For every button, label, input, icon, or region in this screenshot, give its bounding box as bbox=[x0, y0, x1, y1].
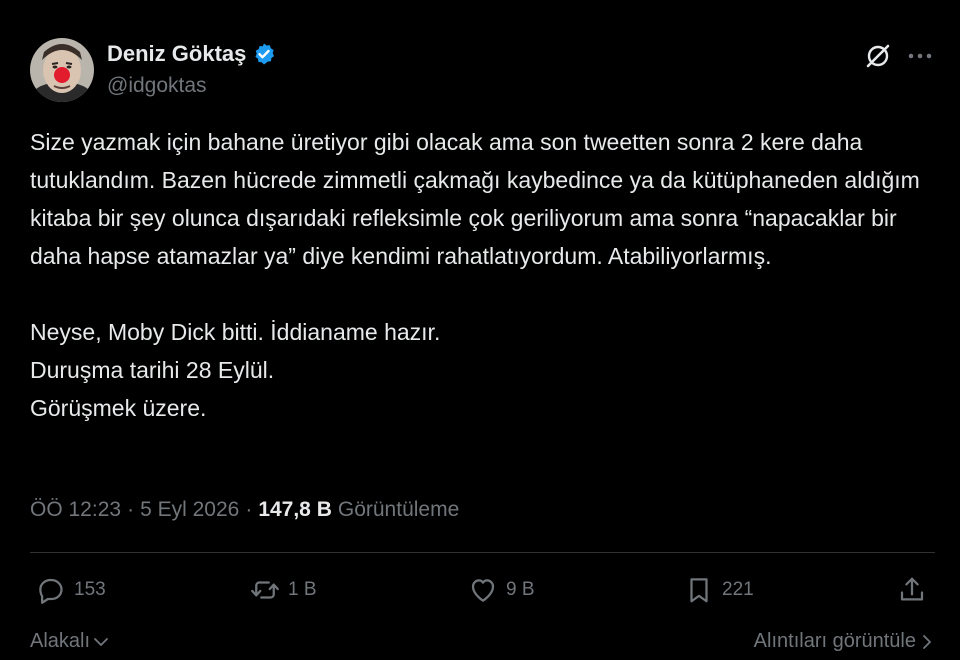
sort-replies-dropdown[interactable]: Alakalı bbox=[30, 630, 110, 653]
tweet-line: Görüşmek üzere. bbox=[30, 395, 207, 421]
share-icon bbox=[900, 577, 924, 601]
heart-icon bbox=[471, 579, 495, 602]
bookmark-button[interactable]: 221 bbox=[684, 575, 754, 605]
tweet-meta: ÖÖ 12:23 · 5 Eyl 2026 · 147,8 B Görüntül… bbox=[30, 498, 459, 522]
share-button[interactable] bbox=[897, 575, 927, 605]
tweet-time[interactable]: ÖÖ 12:23 bbox=[30, 498, 121, 522]
verified-badge-icon[interactable] bbox=[252, 42, 276, 66]
grok-icon[interactable] bbox=[864, 42, 892, 70]
retweet-count: 1 B bbox=[288, 579, 317, 600]
reply-count: 153 bbox=[74, 579, 106, 600]
reply-icon bbox=[39, 578, 63, 604]
chevron-right-icon bbox=[923, 634, 931, 649]
sort-label: Alakalı bbox=[30, 630, 91, 652]
views-count: 147,8 B bbox=[258, 498, 332, 521]
reply-button[interactable]: 153 bbox=[36, 575, 106, 605]
bookmark-icon bbox=[690, 578, 708, 603]
separator: · bbox=[127, 498, 135, 521]
tweet-text: Size yazmak için bahane üretiyor gibi ol… bbox=[30, 123, 935, 427]
separator: · bbox=[245, 498, 253, 521]
chevron-down-icon bbox=[94, 637, 108, 646]
views-label: Görüntüleme bbox=[337, 498, 460, 521]
tweet-paragraph: Size yazmak için bahane üretiyor gibi ol… bbox=[30, 129, 920, 269]
like-count: 9 B bbox=[506, 579, 535, 600]
avatar[interactable] bbox=[30, 38, 94, 102]
more-options-icon[interactable] bbox=[906, 42, 934, 70]
view-quotes-label: Alıntıları görüntüle bbox=[753, 630, 916, 652]
tweet-date[interactable]: 5 Eyl 2026 bbox=[140, 498, 239, 522]
view-quotes-link[interactable]: Alıntıları görüntüle bbox=[754, 630, 934, 653]
bookmark-count: 221 bbox=[722, 579, 754, 600]
divider bbox=[30, 552, 935, 553]
tweet-line: Duruşma tarihi 28 Eylül. bbox=[30, 357, 275, 383]
tweet-line: Neyse, Moby Dick bitti. İddianame hazır. bbox=[30, 319, 441, 345]
like-button[interactable]: 9 B bbox=[468, 575, 535, 605]
author-name[interactable]: Deniz Göktaş bbox=[107, 41, 246, 67]
author-row: Deniz Göktaş bbox=[107, 41, 276, 67]
author-handle[interactable]: @idgoktas bbox=[107, 74, 207, 98]
retweet-button[interactable]: 1 B bbox=[250, 575, 317, 605]
retweet-icon bbox=[251, 581, 279, 599]
